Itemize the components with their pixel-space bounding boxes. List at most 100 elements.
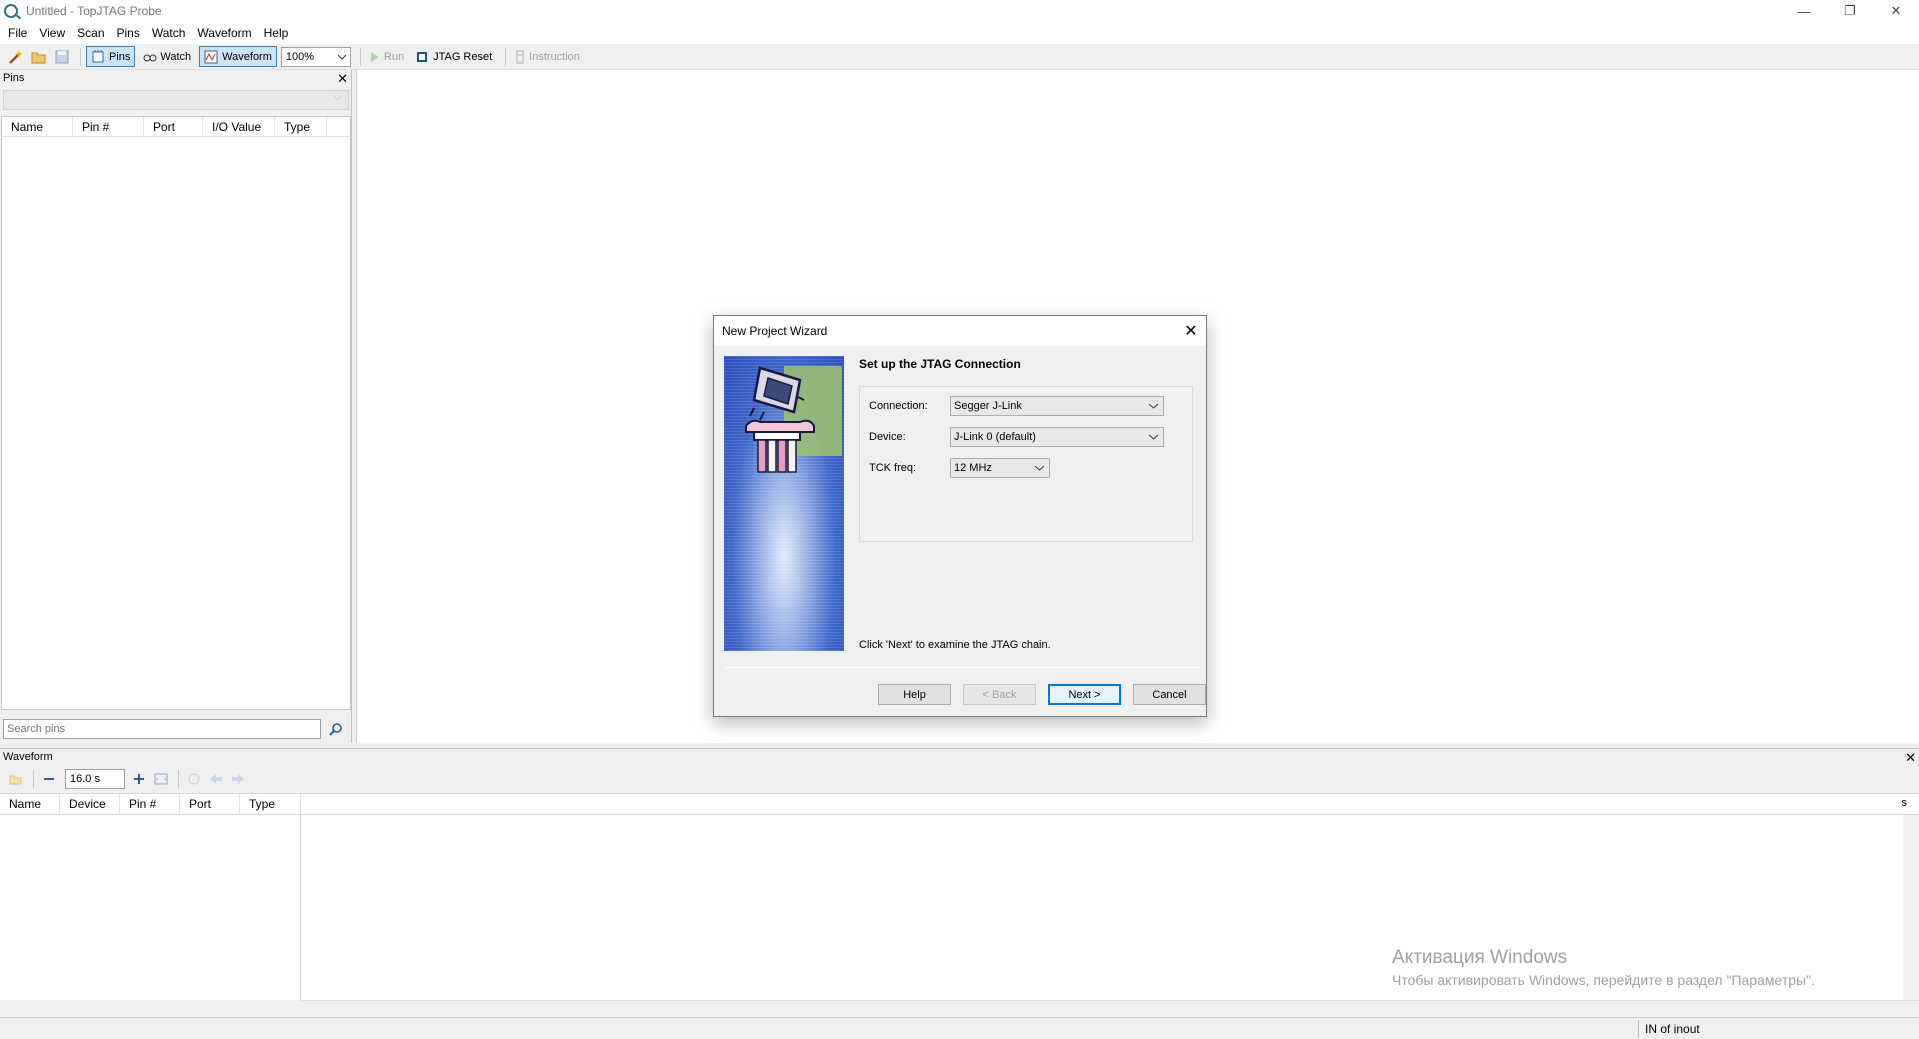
watermark-title: Активация Windows <box>1392 947 1568 968</box>
status-bar: IN of inout <box>0 1017 1919 1039</box>
app-icon <box>4 4 18 18</box>
zoom-in-icon[interactable] <box>129 769 149 789</box>
column-header-pin[interactable]: Pin # <box>120 794 180 814</box>
menu-waveform[interactable]: Waveform <box>191 26 257 40</box>
zoom-select[interactable]: 100% <box>280 46 351 67</box>
toolbar-separator <box>505 47 507 66</box>
center-icon[interactable] <box>184 769 204 789</box>
instruction-icon <box>516 50 524 63</box>
close-window-button[interactable]: ✕ <box>1873 0 1919 22</box>
waveform-toggle-button[interactable]: Waveform <box>199 46 277 67</box>
search-input[interactable] <box>3 719 321 739</box>
window-title: Untitled - TopJTAG Probe <box>26 4 162 18</box>
chevron-down-icon <box>337 54 346 60</box>
zoom-out-icon[interactable] <box>39 769 59 789</box>
tck-freq-label: TCK freq: <box>869 462 917 474</box>
waveform-icon <box>204 50 218 63</box>
minimize-button[interactable]: — <box>1781 0 1827 22</box>
waveform-panel-title: Waveform <box>3 751 53 763</box>
windows-activation-watermark: Активация Windows Чтобы активировать Win… <box>1392 947 1815 988</box>
maximize-button[interactable]: ❐ <box>1827 0 1873 22</box>
dialog-title-bar: New Project Wizard ✕ <box>714 316 1206 346</box>
pins-icon <box>92 49 104 62</box>
pins-toggle-button[interactable]: Pins <box>86 46 136 67</box>
jtag-reset-button[interactable]: JTAG Reset <box>412 46 496 67</box>
fit-icon[interactable] <box>151 769 171 789</box>
menu-help[interactable]: Help <box>258 26 295 40</box>
save-icon[interactable] <box>52 47 72 67</box>
cancel-button[interactable]: Cancel <box>1133 684 1206 705</box>
back-button[interactable]: < Back <box>963 684 1036 705</box>
waveform-signal-list <box>0 815 301 1000</box>
connection-label: Connection: <box>869 400 928 412</box>
jtag-reset-label: JTAG Reset <box>433 50 493 63</box>
next-button[interactable]: Next > <box>1048 684 1121 705</box>
waveform-toggle-label: Waveform <box>222 50 272 63</box>
chevron-down-icon <box>1034 463 1044 473</box>
menu-scan[interactable]: Scan <box>71 26 110 40</box>
column-header-type[interactable]: Type <box>275 117 327 137</box>
instruction-button[interactable]: Instruction <box>511 46 584 67</box>
search-icon[interactable] <box>325 719 347 739</box>
toolbar-separator <box>178 770 179 788</box>
column-header-name[interactable]: Name <box>2 117 73 137</box>
menu-pins[interactable]: Pins <box>111 26 146 40</box>
run-label: Run <box>383 50 405 63</box>
toolbar-separator <box>80 47 81 66</box>
column-header-pin[interactable]: Pin # <box>73 117 144 137</box>
watch-toggle-label: Watch <box>160 50 192 63</box>
menu-view[interactable]: View <box>33 26 71 40</box>
pins-search-row <box>3 718 349 740</box>
close-icon[interactable]: ✕ <box>1905 751 1916 764</box>
arrow-left-icon[interactable] <box>206 769 226 789</box>
column-header-port[interactable]: Port <box>180 794 240 814</box>
open-folder-icon[interactable] <box>6 769 26 789</box>
wizard-banner-image <box>724 356 844 651</box>
toolbar-separator <box>33 770 34 788</box>
tck-freq-value: 12 MHz <box>954 462 992 474</box>
menu-bar: File View Scan Pins Watch Waveform Help <box>0 22 1919 44</box>
connection-select[interactable]: Segger J-Link <box>950 396 1164 416</box>
pins-panel: Pins ✕ Name Pin # Port I/O Value Type <box>0 70 352 743</box>
waveform-toolbar: 16.0 s <box>0 767 1919 791</box>
watermark-subtitle: Чтобы активировать Windows, перейдите в … <box>1392 972 1815 988</box>
column-header-type[interactable]: Type <box>240 794 301 814</box>
run-button[interactable]: Run <box>366 46 408 67</box>
column-header-io-value[interactable]: I/O Value <box>203 117 275 137</box>
new-project-wizard-dialog: New Project Wizard ✕ Set up the JTAG Con… <box>713 315 1207 717</box>
help-button[interactable]: Help <box>878 684 951 705</box>
dialog-title: New Project Wizard <box>722 324 828 338</box>
toolbar-separator <box>359 47 361 66</box>
window-controls: — ❐ ✕ <box>1781 0 1919 22</box>
watch-toggle-button[interactable]: Watch <box>139 46 195 67</box>
connection-row: Connection: Segger J-Link <box>869 396 1164 416</box>
chevron-down-icon <box>1148 432 1158 442</box>
tck-freq-select[interactable]: 12 MHz <box>950 458 1050 478</box>
status-text: IN of inout <box>1645 1022 1700 1036</box>
menu-watch[interactable]: Watch <box>146 26 192 40</box>
device-select[interactable]: J-Link 0 (default) <box>950 427 1164 447</box>
waveform-horizontal-scrollbar[interactable] <box>301 1000 1919 1016</box>
dialog-hint: Click 'Next' to examine the JTAG chain. <box>859 639 1051 651</box>
column-header-name[interactable]: Name <box>0 794 60 814</box>
time-scale-input[interactable]: 16.0 s <box>65 769 125 789</box>
close-icon[interactable]: ✕ <box>1176 316 1206 346</box>
device-value: J-Link 0 (default) <box>954 431 1036 443</box>
pins-table-header: Name Pin # Port I/O Value Type <box>2 117 350 137</box>
open-folder-icon[interactable] <box>29 47 49 67</box>
pins-toggle-label: Pins <box>109 50 131 63</box>
pins-table: Name Pin # Port I/O Value Type <box>1 116 351 710</box>
pins-device-select[interactable] <box>3 90 349 110</box>
instruction-label: Instruction <box>529 50 580 63</box>
chevron-down-icon <box>1148 401 1158 411</box>
menu-file[interactable]: File <box>2 26 33 40</box>
wand-icon[interactable] <box>6 47 26 67</box>
close-icon[interactable]: ✕ <box>337 72 348 85</box>
column-header-port[interactable]: Port <box>144 117 203 137</box>
connection-value: Segger J-Link <box>954 400 1022 412</box>
jtag-reset-icon <box>417 51 428 62</box>
connection-settings-group: Connection: Segger J-Link Device: J-Link… <box>859 386 1193 542</box>
arrow-right-icon[interactable] <box>228 769 248 789</box>
waveform-vertical-scrollbar[interactable] <box>1903 815 1919 1000</box>
column-header-device[interactable]: Device <box>60 794 120 814</box>
